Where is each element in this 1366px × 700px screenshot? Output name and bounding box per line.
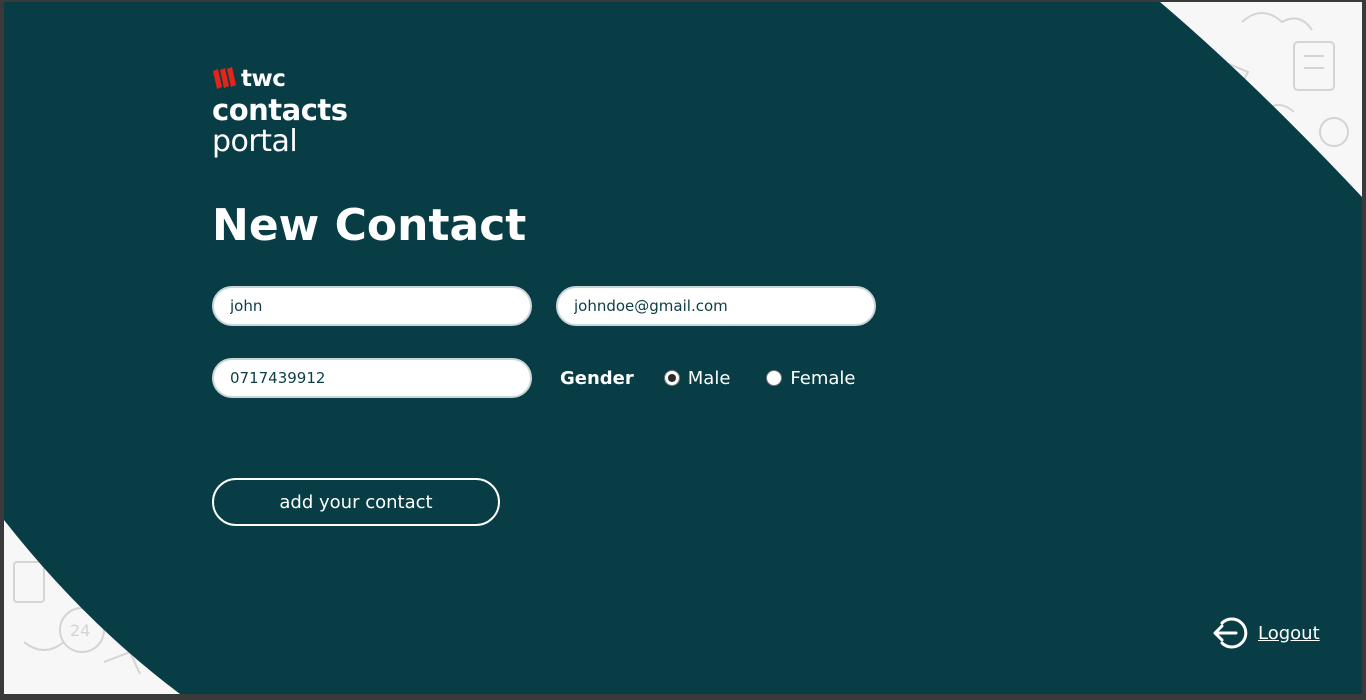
- logout-label[interactable]: Logout: [1258, 623, 1320, 644]
- gender-female-label[interactable]: Female: [790, 368, 855, 389]
- brand-logo-top: twc: [212, 64, 348, 94]
- logout-icon[interactable]: [1210, 614, 1248, 652]
- phone-input[interactable]: [212, 358, 532, 398]
- brand-twc-text: twc: [241, 66, 286, 92]
- main-panel: [4, 2, 1362, 694]
- brand-portal-text: portal: [212, 124, 298, 159]
- page-title: New Contact: [212, 200, 527, 251]
- page-canvas: 24 twc contacts portal New Contact john …: [4, 2, 1362, 694]
- twc-logo-mark-icon: [213, 67, 236, 89]
- gender-male-radio[interactable]: [663, 370, 680, 386]
- gender-option-male[interactable]: Male: [663, 368, 731, 389]
- gender-option-female[interactable]: Female: [766, 368, 856, 389]
- name-input[interactable]: [212, 286, 532, 326]
- brand-contacts-text: contacts: [212, 93, 348, 127]
- email-input[interactable]: [556, 286, 876, 326]
- app-window: 24 twc contacts portal New Contact john …: [0, 0, 1366, 700]
- gender-group: Gender Male Female: [560, 364, 856, 392]
- add-contact-button[interactable]: add your contact: [212, 478, 500, 526]
- gender-label: Gender: [560, 367, 634, 389]
- brand-logo: twc contacts portal: [212, 64, 348, 158]
- logout-link[interactable]: Logout: [1210, 614, 1320, 652]
- gender-female-radio[interactable]: [766, 370, 783, 386]
- gender-male-label[interactable]: Male: [688, 368, 731, 389]
